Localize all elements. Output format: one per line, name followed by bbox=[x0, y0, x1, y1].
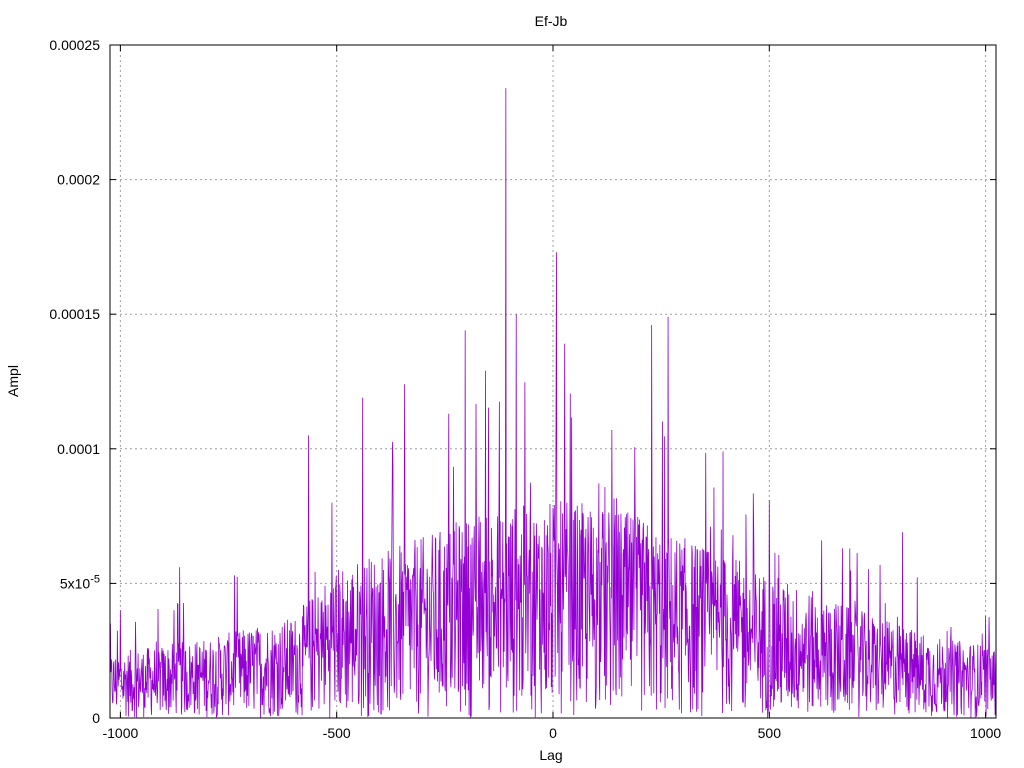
x-tick-label: 1000 bbox=[970, 725, 1001, 741]
y-tick-label: 5x10-5 bbox=[60, 573, 100, 591]
y-tick-label: 0 bbox=[92, 710, 100, 726]
x-tick-label: 0 bbox=[549, 725, 557, 741]
y-tick-label: 0.0001 bbox=[57, 441, 100, 457]
x-tick-label: -1000 bbox=[102, 725, 138, 741]
y-tick-label: 0.0002 bbox=[57, 172, 100, 188]
x-tick-label: -500 bbox=[323, 725, 351, 741]
series-line bbox=[109, 88, 997, 718]
x-axis-label: Lag bbox=[539, 747, 562, 763]
chart-title: Ef-Jb bbox=[535, 13, 568, 29]
x-tick-label: 500 bbox=[758, 725, 782, 741]
y-tick-label: 0.00025 bbox=[49, 37, 100, 53]
chart-svg: -1000 -500 0 500 1000 0 5x10-5 0.0001 0.00015 0.0… bbox=[5, 13, 1001, 763]
data-series bbox=[109, 88, 997, 718]
y-axis-label: Ampl bbox=[5, 365, 21, 397]
y-tick-label: 0.00015 bbox=[49, 306, 100, 322]
